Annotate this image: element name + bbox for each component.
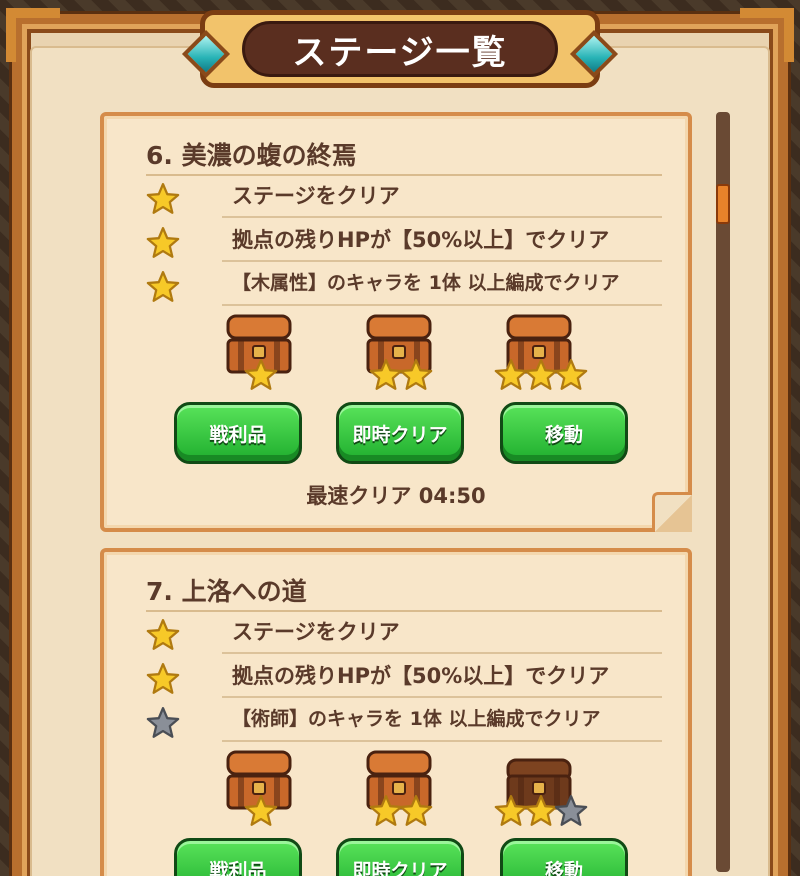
stage-name: 6. 美濃の蝮の終焉	[146, 141, 357, 170]
mission-row: ステージをクリア	[144, 614, 664, 654]
star-icon	[244, 358, 278, 390]
loot-button[interactable]: 戦利品	[174, 402, 302, 464]
instant-clear-button[interactable]: 即時クリア	[336, 838, 464, 876]
star-icon	[146, 618, 180, 650]
star-icon	[524, 794, 558, 826]
divider	[222, 696, 662, 698]
star-icon	[369, 358, 403, 390]
mission-text: 拠点の残りHPが【50%以上】でクリア	[232, 664, 610, 688]
best-clear-time: 最速クリア 04:50	[306, 484, 486, 508]
star-icon	[244, 794, 278, 826]
scrollbar-track[interactable]	[716, 112, 730, 872]
mission-text: 【術師】のキャラを 1体 以上編成でクリア	[232, 708, 601, 730]
title-banner: ステージ一覧	[181, 10, 619, 88]
mission-row: 拠点の残りHPが【50%以上】でクリア	[144, 658, 664, 698]
page-title: ステージ一覧	[292, 32, 508, 73]
reward-chest	[486, 748, 596, 838]
title-plate: ステージ一覧	[242, 21, 558, 77]
page-fold	[652, 492, 692, 532]
divider	[222, 652, 662, 654]
mission-text: 【木属性】のキャラを 1体 以上編成でクリア	[232, 272, 620, 294]
star-icon	[146, 706, 180, 738]
star-icon	[554, 794, 588, 826]
star-icon	[399, 358, 433, 390]
reward-chest	[206, 312, 316, 402]
mission-text: ステージをクリア	[232, 620, 400, 644]
star-icon	[146, 270, 180, 302]
reward-stars	[486, 358, 596, 396]
divider	[222, 260, 662, 262]
reward-stars	[486, 794, 596, 832]
mission-row: 拠点の残りHPが【50%以上】でクリア	[144, 222, 664, 262]
scrollbar-thumb[interactable]	[716, 184, 730, 224]
reward-chest	[346, 312, 456, 402]
star-icon	[524, 358, 558, 390]
divider	[222, 304, 662, 306]
move-button[interactable]: 移動	[500, 838, 628, 876]
mission-text: ステージをクリア	[232, 184, 400, 208]
move-button[interactable]: 移動	[500, 402, 628, 464]
stage-card: 7. 上洛への道 ステージをクリア 拠点の残りHPが【50%以上】でクリア 【術…	[100, 548, 692, 876]
reward-chest	[206, 748, 316, 838]
star-icon	[146, 182, 180, 214]
star-icon	[146, 226, 180, 258]
reward-chest	[486, 312, 596, 402]
divider	[146, 174, 662, 176]
mission-text: 拠点の残りHPが【50%以上】でクリア	[232, 228, 610, 252]
instant-clear-button[interactable]: 即時クリア	[336, 402, 464, 464]
reward-stars	[346, 358, 456, 396]
corner-ornament-right	[740, 8, 794, 62]
reward-stars	[206, 794, 316, 832]
corner-ornament-left	[6, 8, 60, 62]
reward-stars	[346, 794, 456, 832]
star-icon	[494, 794, 528, 826]
divider	[146, 610, 662, 612]
mission-row: 【術師】のキャラを 1体 以上編成でクリア	[144, 702, 664, 742]
divider	[222, 216, 662, 218]
loot-button[interactable]: 戦利品	[174, 838, 302, 876]
star-icon	[369, 794, 403, 826]
mission-row: 【木属性】のキャラを 1体 以上編成でクリア	[144, 266, 664, 306]
star-icon	[146, 662, 180, 694]
reward-chest	[346, 748, 456, 838]
stage-name: 7. 上洛への道	[146, 577, 307, 606]
mission-row: ステージをクリア	[144, 178, 664, 218]
divider	[222, 740, 662, 742]
star-icon	[399, 794, 433, 826]
stage-card: 6. 美濃の蝮の終焉 ステージをクリア 拠点の残りHPが【50%以上】でクリア …	[100, 112, 692, 532]
star-icon	[554, 358, 588, 390]
reward-stars	[206, 358, 316, 396]
star-icon	[494, 358, 528, 390]
